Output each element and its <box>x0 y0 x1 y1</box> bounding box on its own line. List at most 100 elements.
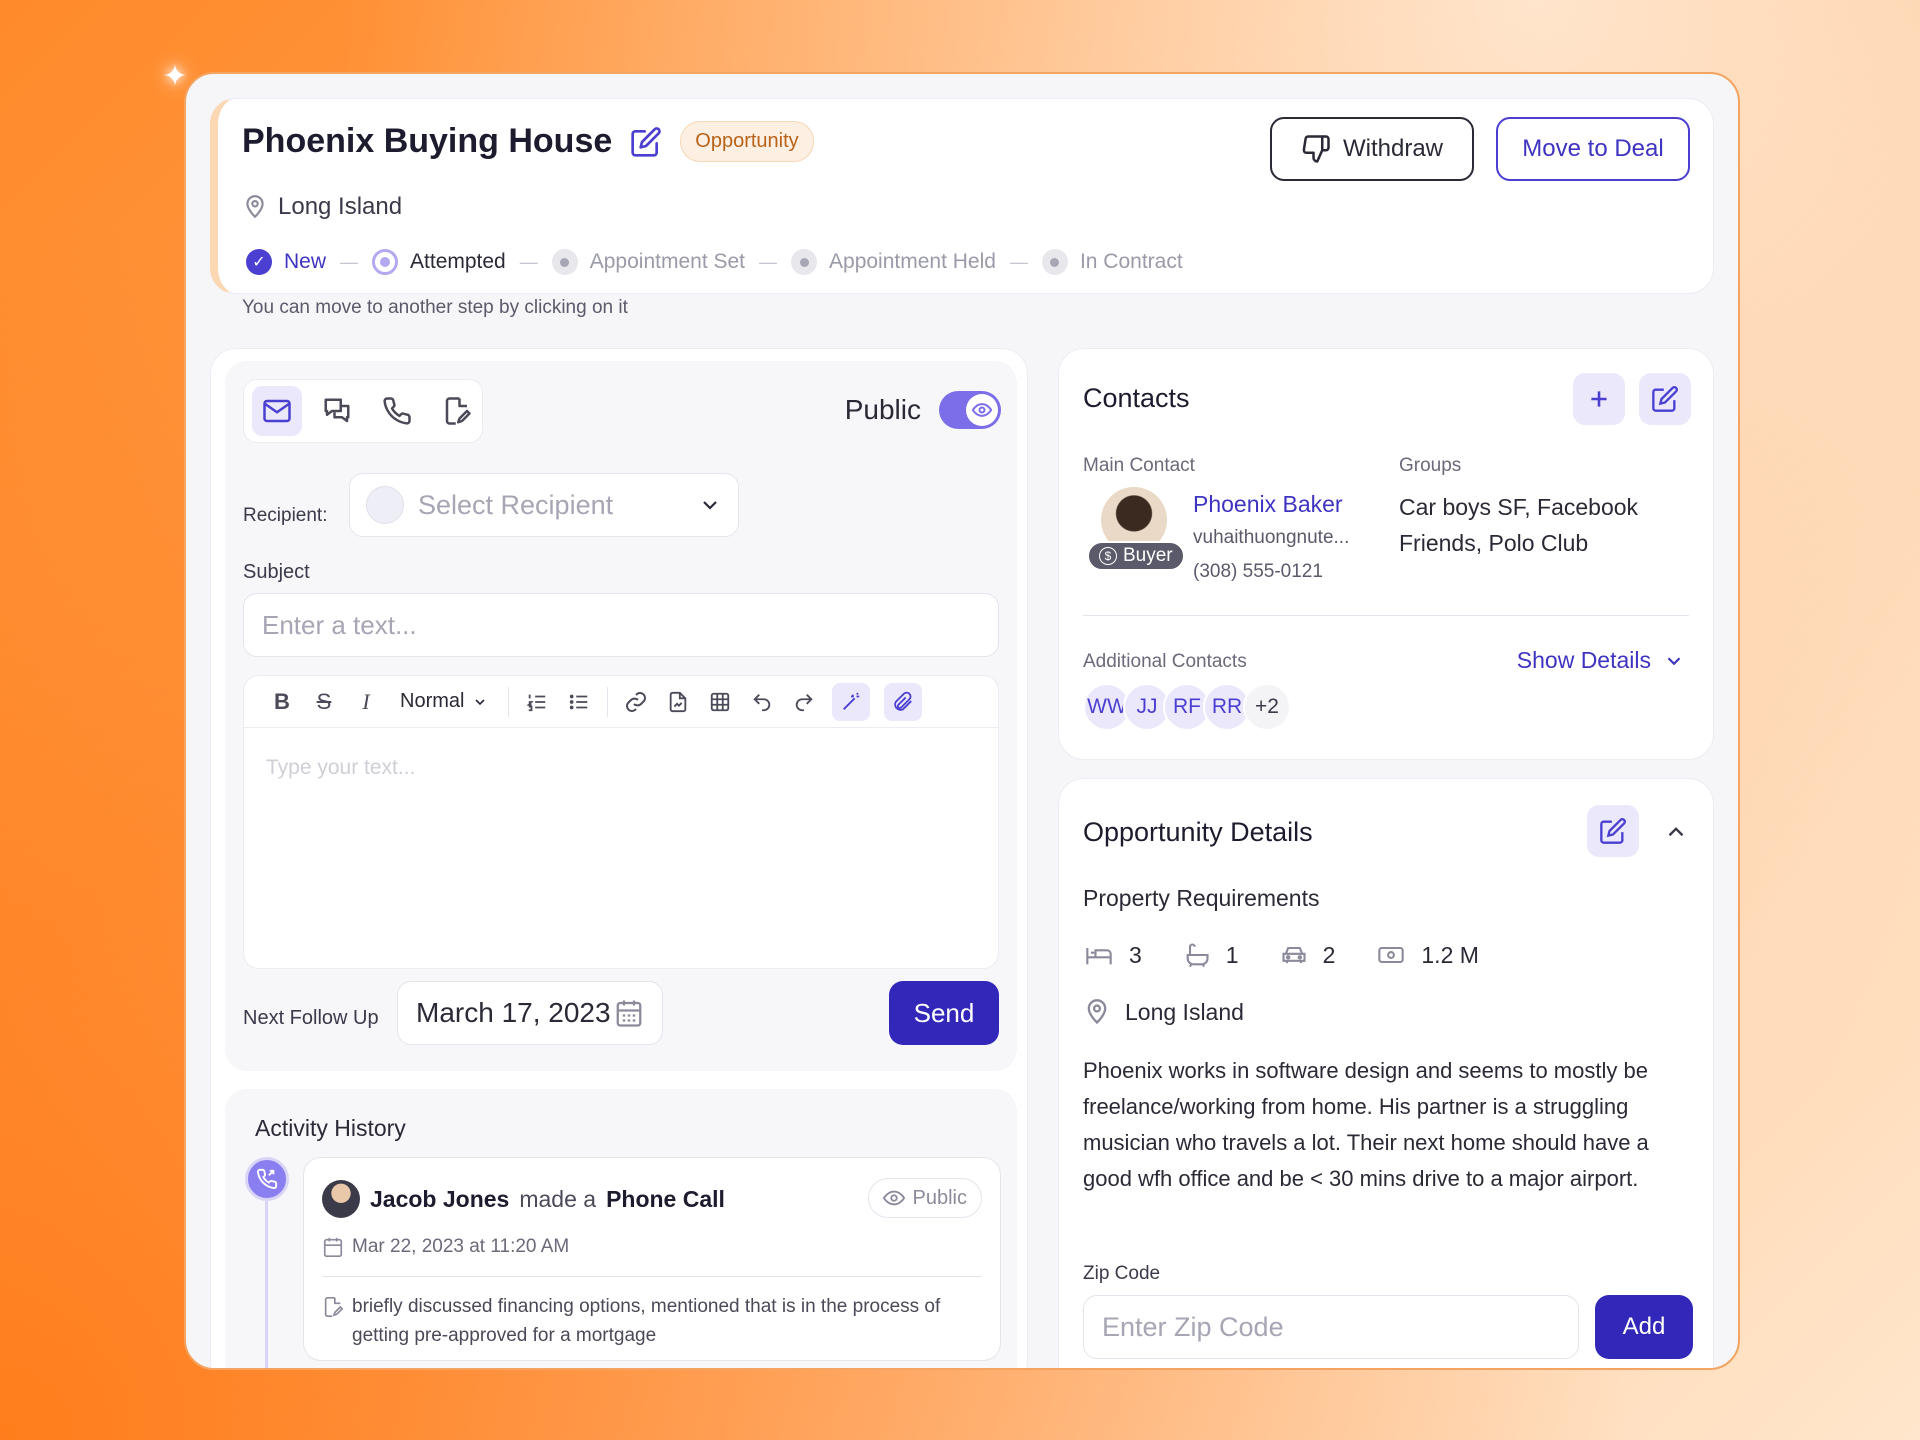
table-icon[interactable] <box>706 688 734 716</box>
activity-date: Mar 22, 2023 at 11:20 AM <box>352 1236 570 1257</box>
undo-icon[interactable] <box>748 688 776 716</box>
pipeline-stepper: ✓ New — Attempted — Appointment Set — Ap… <box>246 249 1183 275</box>
opportunity-location-row: Long Island <box>1083 997 1244 1027</box>
activity-user: Jacob Jones <box>370 1185 510 1212</box>
editor-body[interactable]: Type your text... <box>244 728 998 808</box>
phone-icon[interactable] <box>372 386 422 436</box>
more-contacts-chip[interactable]: +2 <box>1243 683 1291 731</box>
bold-icon[interactable]: B <box>268 688 296 716</box>
activity-note: briefly discussed financing options, men… <box>352 1296 941 1346</box>
thumbs-down-icon <box>1301 134 1331 164</box>
image-file-icon[interactable] <box>664 688 692 716</box>
title-row: Phoenix Buying House Opportunity <box>242 121 814 162</box>
chevron-down-icon <box>1667 656 1681 665</box>
step-in-contract[interactable]: In Contract <box>1041 249 1183 275</box>
link-icon[interactable] <box>622 688 650 716</box>
divider <box>322 1276 982 1277</box>
note-icon[interactable] <box>432 386 482 436</box>
activity-item[interactable]: Jacob Jones made a Phone Call Public Mar… <box>303 1157 1001 1361</box>
pending-step-icon <box>791 249 818 275</box>
step-label: Appointment Set <box>589 250 746 273</box>
format-value: Normal <box>400 690 465 712</box>
location-pin-icon <box>242 193 268 221</box>
opportunity-details-panel: Opportunity Details Property Requirement… <box>1058 778 1714 1368</box>
bed-icon <box>1086 948 1112 965</box>
chevron-up-icon[interactable] <box>1663 819 1689 845</box>
editor-toolbar: B S I Normal <box>244 676 998 728</box>
location-row: Long Island <box>242 193 402 221</box>
opportunity-details-title: Opportunity Details <box>1083 817 1313 847</box>
garage-value: 2 <box>1322 941 1336 968</box>
step-appointment-set[interactable]: Appointment Set <box>551 249 746 275</box>
ordered-list-icon[interactable] <box>523 688 551 716</box>
additional-contacts-label: Additional Contacts <box>1083 651 1247 672</box>
money-icon <box>1378 946 1405 964</box>
recipient-placeholder: Select Recipient <box>418 489 614 520</box>
dollar-icon: $ <box>1099 547 1117 565</box>
opportunity-description: Phoenix works in software design and see… <box>1083 1058 1649 1191</box>
chat-icon[interactable] <box>312 386 362 436</box>
edit-icon <box>1652 386 1678 412</box>
car-icon <box>1282 946 1306 964</box>
move-to-deal-label: Move to Deal <box>1522 135 1664 162</box>
edit-title-icon[interactable] <box>630 126 662 158</box>
mail-icon[interactable] <box>252 386 302 436</box>
step-separator: — <box>759 251 778 272</box>
contact-phone: (308) 555-0121 <box>1193 561 1323 582</box>
recipient-select[interactable]: Select Recipient <box>349 473 739 537</box>
visibility-label: Public <box>912 1186 967 1209</box>
avatar <box>322 1180 360 1218</box>
zip-code-input[interactable]: Enter Zip Code <box>1083 1295 1579 1359</box>
attachment-icon[interactable] <box>884 682 923 721</box>
edit-details-button[interactable] <box>1587 805 1639 857</box>
activity-history: Activity History Jacob Jones made a Phon… <box>225 1089 1017 1368</box>
move-to-deal-button[interactable]: Move to Deal <box>1496 117 1690 181</box>
message-composer: Public Recipient: Select Recipient Subje… <box>225 361 1017 1071</box>
public-toggle[interactable] <box>939 391 1001 429</box>
magic-wand-icon[interactable] <box>832 682 871 721</box>
toolbar-divider <box>508 686 510 717</box>
edit-contacts-button[interactable] <box>1639 373 1691 425</box>
step-label: New <box>284 250 327 273</box>
garage-spec: 2 <box>1279 941 1336 969</box>
chevron-down-icon <box>698 493 722 517</box>
location-text: Long Island <box>278 193 403 220</box>
strikethrough-icon[interactable]: S <box>310 688 338 716</box>
budget-value: 1.2 M <box>1421 941 1479 968</box>
follow-up-label: Next Follow Up <box>243 1007 379 1029</box>
toolbar-divider <box>607 686 609 717</box>
add-contact-button[interactable] <box>1573 373 1625 425</box>
add-zip-button[interactable]: Add <box>1595 1295 1693 1359</box>
withdraw-button[interactable]: Withdraw <box>1270 117 1474 181</box>
italic-icon[interactable]: I <box>352 688 380 716</box>
step-new[interactable]: ✓ New <box>246 249 326 275</box>
bullet-list-icon[interactable] <box>565 688 593 716</box>
subject-input[interactable]: Enter a text... <box>243 593 999 657</box>
bath-icon <box>1186 943 1209 968</box>
public-label: Public <box>844 394 921 425</box>
redo-icon[interactable] <box>790 688 818 716</box>
location-pin-icon <box>1087 999 1107 1025</box>
edit-icon <box>1600 818 1626 844</box>
calendar-icon <box>323 1237 343 1257</box>
visibility-badge: Public <box>867 1178 982 1218</box>
activity-heading: Jacob Jones made a Phone Call <box>322 1180 725 1218</box>
step-appointment-held[interactable]: Appointment Held <box>791 249 996 275</box>
stepper-hint: You can move to another step by clicking… <box>242 297 628 318</box>
step-attempted[interactable]: Attempted <box>372 249 506 275</box>
opportunity-location: Long Island <box>1125 998 1244 1025</box>
pending-step-icon <box>1041 249 1068 275</box>
follow-up-date-input[interactable]: March 17, 2023 <box>397 981 663 1045</box>
channel-tabs <box>243 379 483 443</box>
baths-spec: 1 <box>1182 941 1239 969</box>
activity-title: Activity History <box>255 1115 406 1141</box>
contact-name-link[interactable]: Phoenix Baker <box>1193 491 1343 518</box>
budget-spec: 1.2 M <box>1375 941 1479 969</box>
format-select[interactable]: Normal <box>394 690 494 713</box>
recipient-label: Recipient: <box>243 505 328 526</box>
contacts-title: Contacts <box>1083 383 1190 413</box>
show-details-button[interactable]: Show Details <box>1517 647 1685 674</box>
send-button[interactable]: Send <box>889 981 999 1045</box>
withdraw-label: Withdraw <box>1342 135 1444 162</box>
note-icon <box>324 1297 344 1317</box>
